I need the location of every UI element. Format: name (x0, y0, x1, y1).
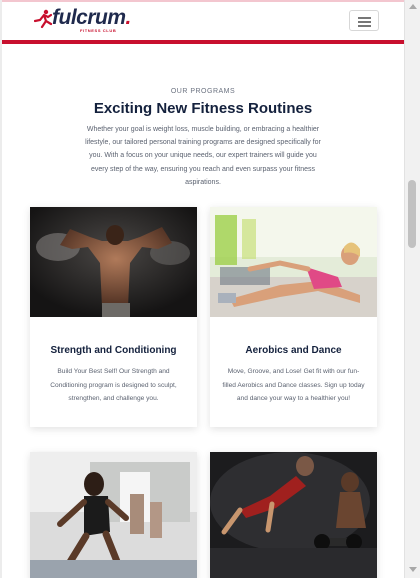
hamburger-menu-icon-bar (358, 21, 371, 23)
program-card[interactable]: Aerobics and Dance Move, Groove, and Los… (210, 207, 377, 427)
group-step-class-photo (30, 452, 197, 578)
bodybuilder-back-photo (30, 207, 197, 317)
program-image (30, 207, 197, 317)
woman-stretching-gym-photo (210, 207, 377, 317)
logo-wordmark: fulcrum. (52, 6, 131, 29)
menu-toggle-button[interactable] (349, 10, 379, 31)
program-card-body: Aerobics and Dance Move, Groove, and Los… (210, 317, 377, 427)
program-description: Move, Groove, and Lose! Get fit with our… (222, 368, 365, 403)
top-accent-line (2, 0, 404, 2)
scrollbar-thumb[interactable] (408, 180, 416, 248)
pushup-dumbbells-photo (210, 452, 377, 578)
hamburger-menu-icon-bar (358, 25, 371, 27)
program-card[interactable] (210, 452, 377, 578)
program-title: Strength and Conditioning (50, 345, 177, 356)
program-title: Aerobics and Dance (245, 345, 342, 356)
program-card[interactable] (30, 452, 197, 578)
logo-subtext: FITNESS CLUB (80, 28, 117, 33)
scroll-down-arrow-icon[interactable] (409, 567, 417, 572)
section-intro: Whether your goal is weight loss, muscle… (85, 126, 321, 186)
site-logo[interactable]: fulcrum. FITNESS CLUB (34, 6, 134, 34)
section-title: Exciting New Fitness Routines (93, 100, 313, 117)
program-card-body: Strength and Conditioning Build Your Bes… (30, 317, 197, 427)
runner-logo-icon (34, 9, 52, 29)
scroll-up-arrow-icon[interactable] (409, 4, 417, 9)
program-image (210, 207, 377, 317)
scrollbar[interactable] (404, 0, 420, 578)
program-description: Build Your Best Self! Our Strength and C… (50, 368, 177, 403)
section-eyebrow: OUR PROGRAMS (170, 88, 236, 95)
page: fulcrum. FITNESS CLUB OUR PROGRAMS Excit… (2, 0, 404, 578)
program-card[interactable]: Strength and Conditioning Build Your Bes… (30, 207, 197, 427)
site-header: fulcrum. FITNESS CLUB (2, 0, 404, 44)
hamburger-menu-icon (358, 17, 371, 19)
